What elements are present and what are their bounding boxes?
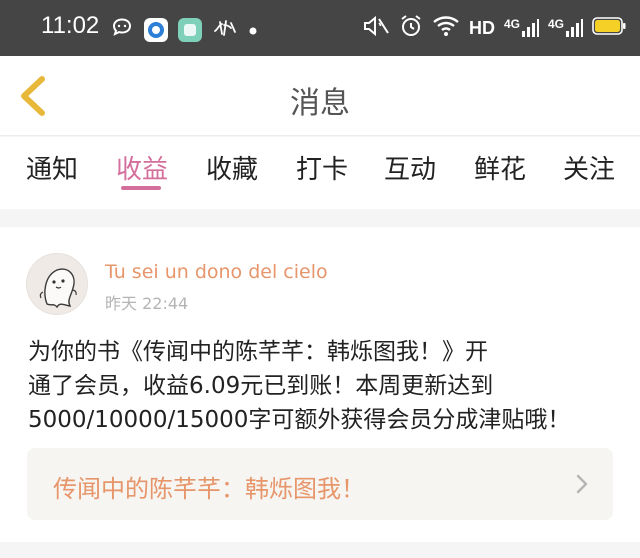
network-type-label: 4G [503, 17, 520, 31]
active-tab-indicator [121, 186, 161, 190]
ghost-avatar-icon [39, 268, 77, 309]
message-body: 为你的书《传闻中的陈芊芊：韩烁图我！》开 通了会员，收益6.09元已到账！本周更… [28, 335, 613, 437]
tab-check-in[interactable]: 打卡 [296, 149, 348, 186]
tab-interactions[interactable]: 互动 [384, 149, 436, 186]
message-line: 5000/10000/15000字可额外获得会员分成津贴哦！ [28, 407, 571, 433]
network-type-label-2: 4G [547, 17, 564, 31]
mute-icon [362, 14, 390, 42]
chat-bubble-icon [110, 16, 134, 44]
wifi-icon [432, 15, 460, 41]
hd-label: HD [468, 17, 495, 38]
tab-bar: 通知 收益 收藏 打卡 互动 鲜花 关注 [0, 137, 640, 209]
blue-app-icon [144, 18, 168, 42]
calligraphy-app-icon [212, 16, 238, 44]
tab-notifications[interactable]: 通知 [26, 149, 78, 186]
author-name[interactable]: Tu sei un dono del cielo [105, 261, 328, 283]
tab-favorites[interactable]: 收藏 [206, 149, 258, 186]
tab-following[interactable]: 关注 [563, 149, 615, 186]
tab-flowers[interactable]: 鲜花 [474, 149, 526, 186]
book-link[interactable]: 传闻中的陈芊芊：韩烁图我！ [27, 448, 613, 520]
signal-icon-2: 4G [548, 18, 583, 38]
dot-icon [248, 21, 258, 40]
alarm-icon [399, 14, 423, 42]
book-title: 传闻中的陈芊芊：韩烁图我！ [53, 475, 365, 503]
avatar[interactable] [26, 253, 88, 315]
chevron-right-icon [576, 474, 588, 494]
status-bar: 11:02 HD 4G 4G [0, 0, 640, 56]
message-line: 通了会员，收益6.09元已到账！本周更新达到 [28, 373, 494, 399]
message-time: 昨天 22:44 [105, 294, 189, 313]
green-app-icon [178, 18, 202, 42]
signal-icon: 4G [504, 18, 539, 38]
status-time: 11:02 [41, 12, 100, 39]
message-line: 为你的书《传闻中的陈芊芊：韩烁图我！》开 [28, 339, 488, 365]
message-card: Tu sei un dono del cielo 昨天 22:44 为你的书《传… [0, 227, 640, 542]
system-status-icons: HD 4G 4G [362, 14, 626, 42]
top-bar: 消息 [0, 56, 640, 136]
battery-icon [592, 17, 626, 39]
tab-earnings[interactable]: 收益 [116, 149, 168, 186]
notification-icons [110, 16, 258, 44]
page-title: 消息 [290, 86, 350, 121]
